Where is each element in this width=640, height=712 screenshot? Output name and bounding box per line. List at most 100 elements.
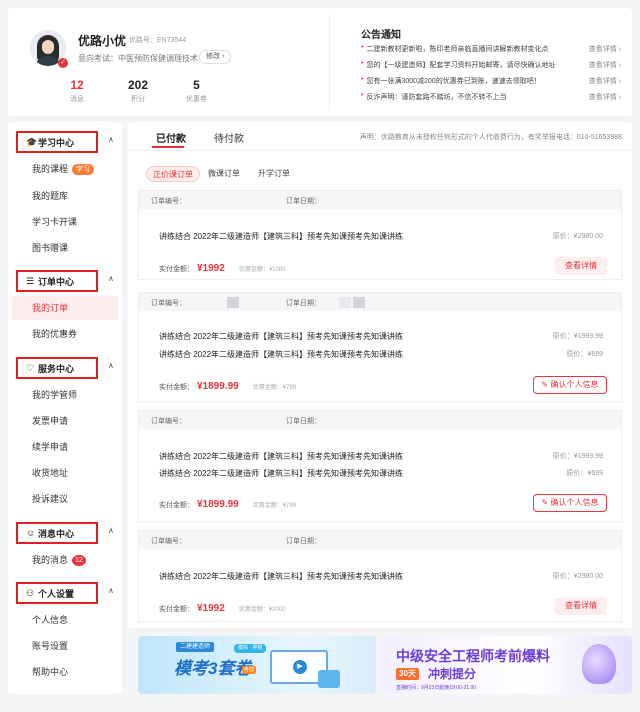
order-item-title: 讲练结合 2022年二级建造师【建筑三科】预考先知课预考先知课讲练 [159, 232, 404, 241]
chevron-up-icon[interactable]: ∧ [108, 361, 114, 370]
banner-tag: 二建建造师 [176, 642, 215, 652]
original-price: 原价：¥2980.00 [552, 573, 603, 580]
notice-item[interactable]: • 您有一张满3000减200的优惠券已到账，速速去领取吧！ 查看详情 › [361, 76, 621, 88]
stat-label: 优惠券 [186, 96, 207, 103]
sidebar-item-study-card[interactable]: 学习卡开课 [12, 210, 118, 234]
sidebar-group-orders[interactable]: ☰ 订单中心 ∧ [12, 268, 118, 294]
group-label: 消息中心 [38, 529, 75, 539]
message-count-badge: 12 [72, 555, 86, 567]
stat-points[interactable]: 202 积分 [128, 78, 148, 104]
redacted-block [339, 297, 351, 308]
notice-item[interactable]: • 二建新教材更新啦，陈印老师亲临直播间讲解新教材变化点 查看详情 › [361, 44, 621, 56]
profile-panel: ✓ 优路小优 优路号：EN73544 意向考试：中医预防保健调理技术 修改 › … [8, 8, 632, 116]
view-details-button[interactable]: 查看详情 [555, 597, 607, 615]
subtab-regular-orders[interactable]: 正价课订单 [146, 166, 200, 182]
sidebar-item-my-orders[interactable]: 我的订单 [12, 296, 118, 320]
paid-amount: 实付金额： ¥1899.99 优惠金额：¥799 [159, 381, 297, 392]
notice-text: 您有一张满3000减200的优惠券已到账，速速去领取吧！ [366, 78, 541, 85]
group-label: 服务中心 [38, 364, 75, 374]
confirm-personal-info-button[interactable]: ✎ 确认个人信息 [533, 494, 607, 512]
order-date-label: 订单日期： [286, 300, 321, 307]
paid-amount: 实付金额： ¥1992 优惠金额：¥1000 [159, 263, 286, 274]
notice-more-link[interactable]: 查看详情 › [589, 76, 621, 86]
sidebar-item-complaint[interactable]: 投诉建议 [12, 487, 118, 511]
notice-text: 您的【一级建造师】配套学习资料开始邮寄，请尽快确认地址 [366, 62, 556, 69]
notice-text: 反诈声明：谨防套路不踏坊，不信不转不上当 [366, 94, 507, 101]
banner-pill: 模拟 · 押题 [234, 644, 267, 653]
order-header: 订单编号： 订单日期： [139, 531, 621, 549]
order-number-label: 订单编号： [151, 198, 186, 205]
sidebar-item-my-messages[interactable]: 我的消息 12 [12, 548, 118, 572]
notice-more-link[interactable]: 查看详情 › [589, 60, 621, 70]
modify-exam-button[interactable]: 修改 › [199, 50, 232, 64]
sidebar-item-book-gift[interactable]: 图书赠课 [12, 236, 118, 260]
tab-unpaid[interactable]: 待付款 [214, 130, 244, 145]
chevron-up-icon[interactable]: ∧ [108, 135, 114, 144]
confirm-personal-info-button[interactable]: ✎ 确认个人信息 [533, 376, 607, 394]
banner-highlight: 30天 [396, 668, 419, 680]
sidebar-item-address[interactable]: 收货地址 [12, 461, 118, 485]
sidebar-item-my-courses[interactable]: 我的课程 学习 [12, 157, 118, 181]
order-number-label: 订单编号： [151, 300, 186, 307]
user-name: 优路小优 [78, 34, 127, 48]
sidebar-group-service[interactable]: ♡ 服务中心 ∧ [12, 355, 118, 381]
notice-item[interactable]: • 反诈声明：谨防套路不踏坊，不信不转不上当 查看详情 › [361, 92, 621, 104]
rocket-illustration [582, 644, 616, 684]
tab-divider [128, 150, 632, 151]
order-date-label: 订单日期： [286, 538, 321, 545]
sidebar-group-messages[interactable]: ☺ 消息中心 ∧ [12, 520, 118, 546]
active-tab-indicator [152, 146, 184, 148]
order-card: 订单编号： 订单日期： 讲练结合 2022年二级建造师【建筑三科】预考先知课预考… [138, 190, 622, 280]
order-item-title: 讲练结合 2022年二级建造师【建筑三科】预考先知课预考先知课讲练 [159, 350, 404, 359]
sidebar-item-renewal[interactable]: 续学申请 [12, 435, 118, 459]
sidebar-item-question-bank[interactable]: 我的题库 [12, 184, 118, 208]
chevron-up-icon[interactable]: ∧ [108, 526, 114, 535]
order-header: 订单编号： 订单日期： [139, 191, 621, 209]
sidebar-item-invoice[interactable]: 发票申请 [12, 409, 118, 433]
cube-illustration [318, 670, 340, 688]
verified-icon: ✓ [58, 58, 68, 68]
stat-messages[interactable]: 12 消息 [70, 78, 84, 104]
order-date-label: 订单日期： [286, 198, 321, 205]
order-item-title: 讲练结合 2022年二级建造师【建筑三科】预考先知课预考先知课讲练 [159, 469, 404, 478]
sidebar-item-personal-info[interactable]: 个人信息 [12, 608, 118, 632]
stat-coupons[interactable]: 5 优惠券 [186, 78, 207, 104]
notice-more-link[interactable]: 查看详情 › [589, 44, 621, 54]
play-icon: ▶ [293, 660, 307, 674]
mock-exam-banner[interactable]: 二建建造师 模考3套卷 模拟 · 押题 考前 ▶ [138, 636, 376, 694]
subtab-micro-orders[interactable]: 微课订单 [202, 166, 246, 182]
stat-label: 消息 [70, 96, 84, 103]
notice-item[interactable]: • 您的【一级建造师】配套学习资料开始邮寄，请尽快确认地址 查看详情 › [361, 60, 621, 72]
safety-engineer-banner[interactable]: 中级安全工程师考前爆料 30天 冲刺提分 直播时间：9月23日起晚19:00-2… [382, 636, 632, 694]
sidebar-group-settings[interactable]: ⚇ 个人设置 ∧ [12, 580, 118, 606]
redacted-block [227, 297, 239, 308]
sidebar-group-study[interactable]: 🎓 学习中心 ∧ [12, 129, 118, 155]
group-label: 个人设置 [38, 589, 75, 599]
order-card: 订单编号： 订单日期： 讲练结合 2022年二级建造师【建筑三科】预考先知课预考… [138, 292, 622, 402]
sidebar-item-advisor[interactable]: 我的学管师 [12, 383, 118, 407]
notice-more-link[interactable]: 查看详情 › [589, 92, 621, 102]
chevron-up-icon[interactable]: ∧ [108, 274, 114, 283]
original-price: 原价：¥1999.99 [552, 453, 603, 460]
order-card: 订单编号： 订单日期： 讲练结合 2022年二级建造师【建筑三科】预考先知课预考… [138, 530, 622, 622]
group-label: 订单中心 [38, 277, 75, 287]
subtab-admission-orders[interactable]: 升学订单 [252, 166, 296, 182]
sidebar-item-account-settings[interactable]: 账号设置 [12, 634, 118, 658]
redacted-block [353, 297, 365, 308]
view-details-button[interactable]: 查看详情 [555, 257, 607, 275]
sidebar-item-help-center[interactable]: 帮助中心 [12, 660, 118, 684]
order-item-title: 讲练结合 2022年二级建造师【建筑三科】预考先知课预考先知课讲练 [159, 332, 404, 341]
order-number-label: 订单编号： [151, 418, 186, 425]
order-item-title: 讲练结合 2022年二级建造师【建筑三科】预考先知课预考先知课讲练 [159, 452, 404, 461]
user-icon: ⚇ [26, 588, 35, 598]
sidebar: 🎓 学习中心 ∧ 我的课程 学习 我的题库 学习卡开课 图书赠课 ☰ 订单中心 ∧… [8, 122, 122, 694]
group-label: 学习中心 [38, 138, 75, 148]
original-price: 原价：¥699 [566, 351, 603, 358]
sidebar-item-my-coupons[interactable]: 我的优惠券 [12, 322, 118, 346]
original-price: 原价：¥2980.00 [552, 233, 603, 240]
smile-icon: ☺ [26, 528, 36, 538]
tab-paid[interactable]: 已付款 [156, 130, 186, 145]
chevron-up-icon[interactable]: ∧ [108, 586, 114, 595]
anti-fraud-declaration: 声明：优路教育从未授权任何形式的个人代收费行为，有奖举报电话：010-51653… [359, 134, 622, 141]
banner-title: 模考3套卷 [174, 659, 252, 678]
